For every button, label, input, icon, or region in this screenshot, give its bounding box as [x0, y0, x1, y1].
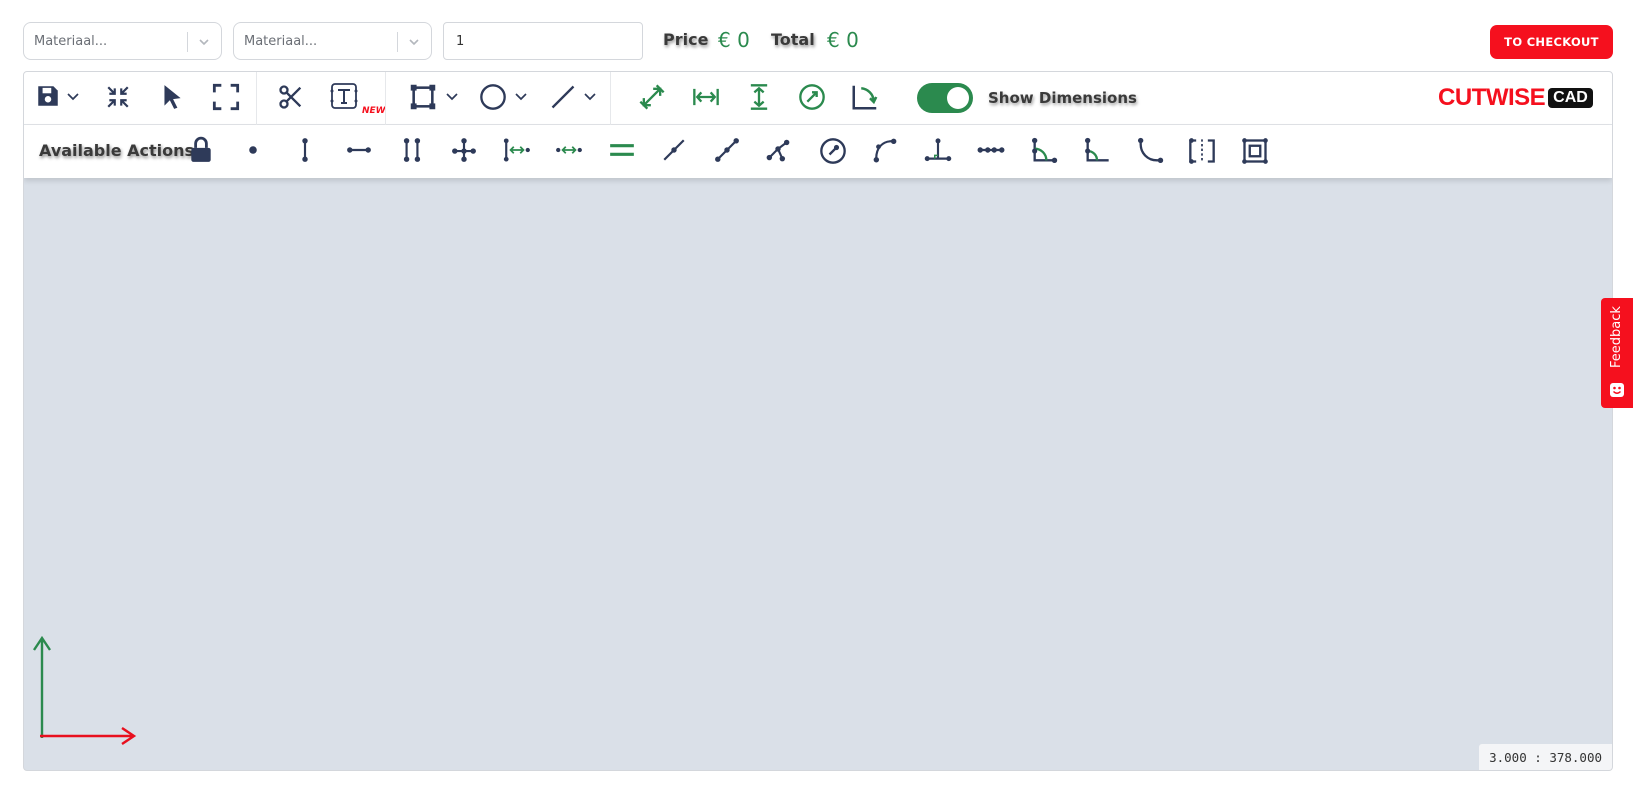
offset-icon[interactable] — [1241, 137, 1269, 165]
lock-icon[interactable] — [188, 136, 214, 164]
horizontal-distance-icon[interactable] — [503, 137, 531, 163]
chevron-down-icon[interactable] — [583, 89, 597, 103]
toolbar-divider — [610, 72, 611, 125]
horizontal-constraint-icon[interactable] — [346, 137, 372, 163]
feedback-tab[interactable]: Feedback — [1601, 298, 1633, 408]
actions-toolbar: Available Actions — [24, 125, 1612, 178]
material-select-2-placeholder: Materiaal... — [244, 34, 318, 49]
total-value: € 0 — [827, 28, 859, 52]
y-axis-arrow — [33, 635, 51, 738]
point-on-circle-icon[interactable] — [819, 137, 847, 165]
feedback-label: Feedback — [1609, 306, 1624, 368]
line-icon[interactable] — [549, 83, 577, 111]
cursor-icon[interactable] — [159, 83, 185, 111]
axis-indicator — [33, 635, 137, 745]
text-tool-icon[interactable] — [330, 82, 364, 116]
rectangle-icon[interactable] — [409, 83, 437, 111]
chevron-down-icon[interactable] — [66, 89, 80, 103]
vertical-dimension-icon[interactable] — [745, 83, 773, 111]
toggle-knob — [947, 87, 969, 109]
checkout-button[interactable]: TO CHECKOUT — [1490, 25, 1613, 59]
perpendicular-constraint-icon[interactable] — [451, 137, 477, 163]
equal-distance-icon[interactable] — [555, 137, 583, 163]
cutwise-logo: CUTWISE CAD — [1438, 84, 1593, 114]
equal-icon[interactable] — [608, 137, 636, 163]
material-select-1[interactable]: Materiaal... — [23, 22, 222, 60]
aligned-dimension-icon[interactable] — [638, 83, 666, 111]
chevron-down-icon — [409, 39, 419, 46]
save-icon[interactable] — [35, 83, 61, 109]
compress-icon[interactable] — [105, 84, 131, 110]
price-value: € 0 — [718, 28, 750, 52]
chamfer-angle-icon[interactable] — [1083, 137, 1111, 165]
angle-dimension-icon[interactable] — [850, 82, 880, 112]
toolbar-divider — [256, 72, 257, 125]
chevron-down-icon — [199, 39, 209, 46]
select-divider — [187, 32, 188, 52]
vertical-constraint-icon[interactable] — [292, 137, 318, 163]
logo-main: CUTWISE — [1438, 84, 1546, 111]
fullscreen-icon[interactable] — [212, 83, 240, 111]
logo-sub: CAD — [1548, 88, 1593, 108]
select-divider — [397, 32, 398, 52]
fillet-icon[interactable] — [1030, 137, 1058, 165]
coincident-icon[interactable] — [765, 137, 791, 163]
scissors-icon[interactable] — [277, 83, 305, 111]
show-dimensions-label: Show Dimensions — [988, 89, 1137, 107]
point-icon[interactable] — [240, 137, 266, 163]
collinear-icon[interactable] — [977, 137, 1005, 163]
point-on-line-icon[interactable] — [661, 137, 687, 163]
cad-panel: NEW Show Dimensions CUTWISE CAD Available… — [23, 71, 1613, 771]
top-bar: Materiaal... Materiaal... Price € 0 Tota… — [0, 0, 1633, 70]
chevron-down-icon[interactable] — [514, 89, 528, 103]
radius-dimension-icon[interactable] — [798, 83, 826, 111]
price-label: Price — [663, 30, 709, 49]
perpendicular-icon[interactable] — [924, 137, 952, 163]
tangent-icon[interactable] — [872, 137, 898, 163]
circle-icon[interactable] — [479, 83, 507, 111]
mirror-icon[interactable] — [1188, 137, 1216, 165]
smiley-icon — [1610, 383, 1624, 397]
x-axis-arrow — [40, 727, 137, 745]
curve-corner-icon[interactable] — [1136, 137, 1164, 165]
parallel-constraint-icon[interactable] — [399, 137, 425, 163]
midpoint-icon[interactable] — [714, 137, 740, 163]
coordinate-readout: 3.000 : 378.000 — [1479, 744, 1612, 770]
horizontal-dimension-icon[interactable] — [692, 83, 720, 111]
main-toolbar: NEW Show Dimensions CUTWISE CAD — [24, 72, 1612, 125]
available-actions-label: Available Actions — [39, 141, 195, 160]
drawing-canvas[interactable]: 3.000 : 378.000 — [24, 178, 1612, 770]
quantity-input[interactable] — [443, 22, 643, 60]
show-dimensions-toggle[interactable] — [917, 83, 973, 113]
new-badge: NEW — [362, 106, 386, 116]
toolbar-divider — [385, 72, 386, 125]
material-select-2[interactable]: Materiaal... — [233, 22, 432, 60]
total-label: Total — [771, 30, 815, 49]
chevron-down-icon[interactable] — [445, 89, 459, 103]
material-select-1-placeholder: Materiaal... — [34, 34, 108, 49]
